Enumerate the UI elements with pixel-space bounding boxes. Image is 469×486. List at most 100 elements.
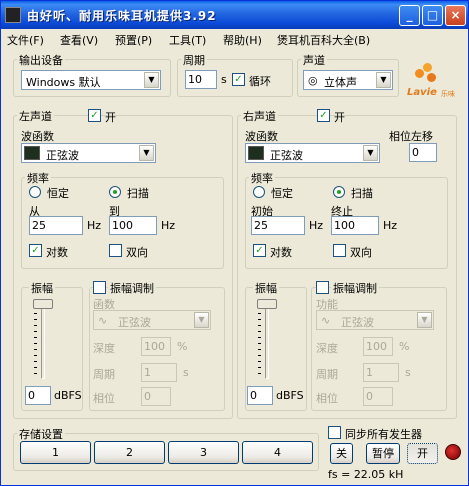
left-waveform-label: 波函数 [21, 130, 54, 143]
menu-headphone-wiki[interactable]: 煲耳机百科大全(B) [277, 32, 370, 48]
right-to-unit: Hz [383, 219, 398, 232]
pause-button[interactable]: 暂停 [366, 443, 400, 464]
right-mperiod-input[interactable]: 1 [363, 363, 399, 382]
left-from-input[interactable]: 25 [29, 216, 83, 235]
period-label: 周期 [181, 52, 207, 68]
right-mperiod-label: 周期 [316, 368, 338, 381]
output-device-select[interactable]: Windows 默认 ▼ [21, 70, 161, 90]
chevron-down-icon: ▼ [376, 72, 391, 88]
right-mod-checkbox[interactable] [316, 281, 329, 294]
right-bidir-label: 双向 [350, 246, 372, 259]
right-constant-radio[interactable] [253, 186, 265, 198]
left-mperiod-unit: s [183, 366, 189, 379]
right-mod-wave-value: 正弦波 [341, 316, 374, 329]
left-bidir-checkbox[interactable] [109, 244, 122, 257]
right-mod-label: 振幅调制 [331, 280, 379, 296]
channel-select[interactable]: ◎ 立体声 ▼ [303, 70, 393, 90]
storage-slot-2-button[interactable]: 2 [94, 441, 165, 464]
close-button[interactable]: × [445, 5, 466, 26]
left-mperiod-input[interactable]: 1 [141, 363, 177, 382]
menu-bar: 文件(F) 查看(V) 预置(P) 工具(T) 帮助(H) 煲耳机百科大全(B) [1, 29, 468, 48]
output-label: 输出设备 [17, 52, 65, 68]
chevron-down-icon: ▼ [194, 312, 209, 328]
period-input[interactable]: 10 [185, 70, 217, 89]
right-bidir-checkbox[interactable] [333, 244, 346, 257]
chevron-down-icon: ▼ [417, 312, 432, 328]
right-mperiod-unit: s [405, 366, 411, 379]
right-from-input[interactable]: 25 [251, 216, 305, 235]
right-waveform-label: 波函数 [245, 130, 278, 143]
right-to-input[interactable]: 100 [331, 216, 379, 235]
period-unit: s [221, 73, 227, 86]
on-button[interactable]: 开 [407, 443, 438, 464]
left-depth-unit: % [177, 340, 188, 353]
brand-sub: 乐味 [441, 90, 455, 98]
left-to-input[interactable]: 100 [109, 216, 157, 235]
left-mod-wave-select[interactable]: ∿ 正弦波 ▼ [93, 310, 211, 330]
right-log-label: 对数 [270, 246, 292, 259]
right-amp-slider[interactable] [257, 299, 277, 309]
menu-tools[interactable]: 工具(T) [169, 32, 206, 48]
sine-wave-icon [24, 146, 40, 160]
left-channel-label: 左声道 [17, 108, 54, 124]
left-constant-radio[interactable] [29, 186, 41, 198]
left-freq-label: 频率 [25, 170, 51, 186]
right-phase-input[interactable]: 0 [363, 387, 393, 406]
channel-value: 立体声 [324, 76, 357, 89]
chevron-down-icon: ▼ [144, 72, 159, 88]
right-amp-label: 振幅 [253, 280, 279, 296]
right-amp-unit: dBFS [276, 389, 304, 402]
left-depth-label: 深度 [93, 342, 115, 355]
phase-shift-input[interactable]: 0 [409, 143, 437, 162]
brand-name: Lavie [407, 87, 437, 98]
right-mod-wave-select[interactable]: ∿ 正弦波 ▼ [316, 310, 434, 330]
right-waveform-select[interactable]: 正弦波 ▼ [245, 143, 380, 163]
left-mod-label: 振幅调制 [108, 280, 156, 296]
output-device-value: Windows 默认 [26, 76, 101, 89]
title-bar[interactable]: 由好听、耐用乐味耳机提供3.92 _ □ × [1, 1, 468, 29]
window-title: 由好听、耐用乐味耳机提供3.92 [27, 9, 217, 23]
left-waveform-select[interactable]: 正弦波 ▼ [21, 143, 156, 163]
left-depth-input[interactable]: 100 [141, 337, 171, 356]
storage-slot-4-button[interactable]: 4 [242, 441, 313, 464]
right-on-checkbox[interactable]: ✓ [317, 109, 330, 122]
lavie-logo-icon [415, 63, 437, 85]
left-phase-label: 相位 [93, 392, 115, 405]
storage-slot-3-button[interactable]: 3 [168, 441, 239, 464]
menu-help[interactable]: 帮助(H) [223, 32, 262, 48]
right-sweep-radio[interactable] [333, 186, 345, 198]
left-amp-slider[interactable] [33, 299, 53, 309]
right-channel-label: 右声道 [241, 108, 278, 124]
right-freq-label: 频率 [249, 170, 275, 186]
right-log-checkbox[interactable]: ✓ [253, 244, 266, 257]
left-mod-checkbox[interactable] [93, 281, 106, 294]
minimize-button[interactable]: _ [399, 5, 420, 26]
app-icon [5, 7, 21, 23]
right-depth-input[interactable]: 100 [363, 337, 393, 356]
storage-slot-1-button[interactable]: 1 [20, 441, 91, 464]
right-on-label: 开 [334, 111, 345, 124]
menu-preset[interactable]: 预置(P) [115, 32, 152, 48]
right-sweep-label: 扫描 [351, 187, 373, 200]
menu-view[interactable]: 查看(V) [60, 32, 98, 48]
left-mperiod-label: 周期 [93, 368, 115, 381]
storage-label: 存储设置 [17, 426, 65, 442]
stereo-icon: ◎ [308, 74, 318, 87]
off-button[interactable]: 关 [330, 443, 353, 464]
right-amp-input[interactable]: 0 [247, 386, 273, 405]
left-from-unit: Hz [87, 219, 102, 232]
left-log-checkbox[interactable]: ✓ [29, 244, 42, 257]
left-on-checkbox[interactable]: ✓ [88, 109, 101, 122]
right-amp-ticks [258, 301, 261, 379]
left-phase-input[interactable]: 0 [141, 387, 171, 406]
right-waveform-value: 正弦波 [270, 149, 303, 162]
channel-label: 声道 [301, 52, 327, 68]
maximize-button[interactable]: □ [422, 5, 443, 26]
left-sweep-radio[interactable] [109, 186, 121, 198]
menu-file[interactable]: 文件(F) [7, 32, 44, 48]
loop-checkbox[interactable]: ✓ [232, 73, 245, 86]
sync-all-label: 同步所有发生器 [345, 428, 422, 441]
left-amp-input[interactable]: 0 [25, 386, 51, 405]
right-depth-unit: % [399, 340, 410, 353]
sync-all-checkbox[interactable] [328, 426, 341, 439]
